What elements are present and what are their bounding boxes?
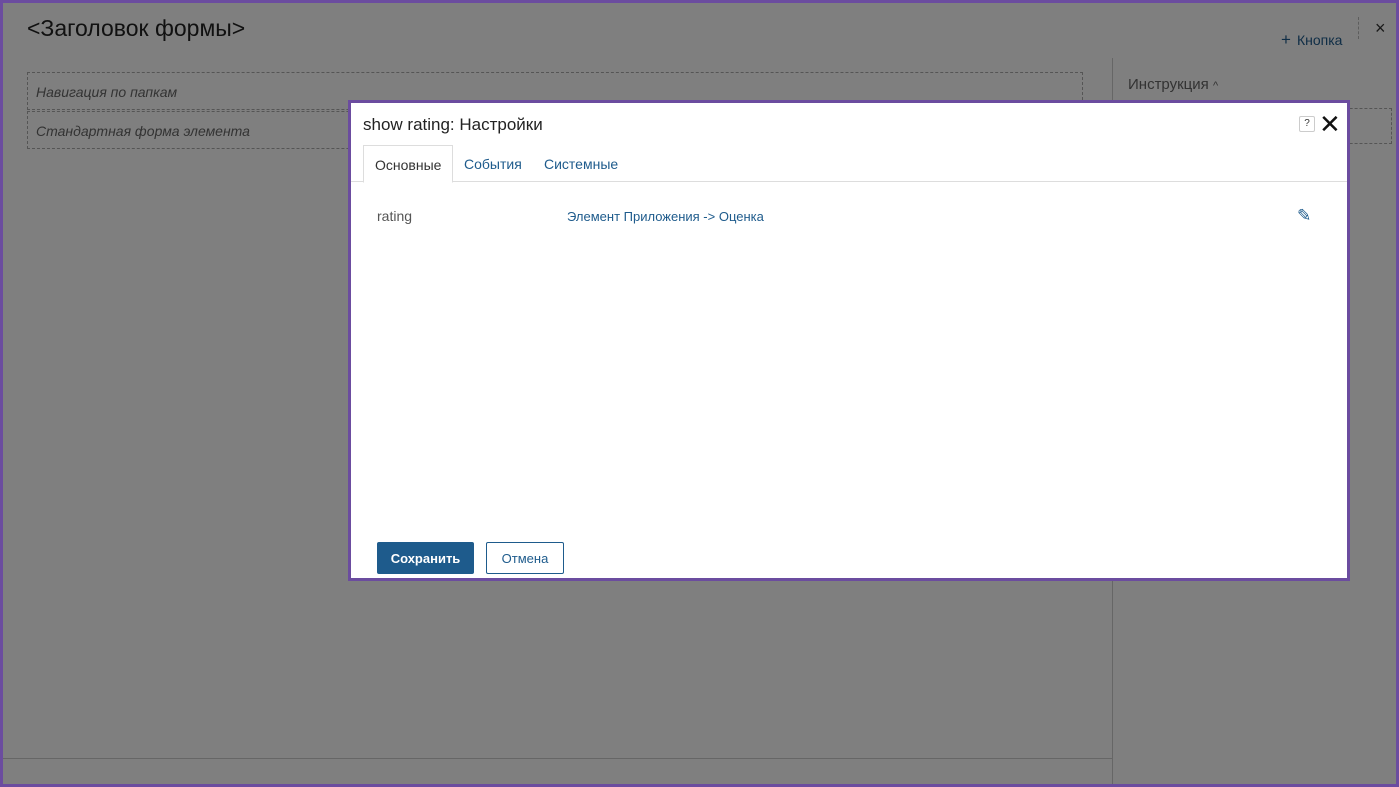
pencil-icon[interactable]: ✎ bbox=[1297, 206, 1311, 226]
save-button[interactable]: Сохранить bbox=[377, 542, 474, 574]
help-icon[interactable]: ? bbox=[1299, 116, 1315, 132]
dialog-title: show rating: Настройки bbox=[363, 115, 543, 134]
settings-dialog: show rating: Настройки ? ✕ Основные Собы… bbox=[348, 100, 1350, 581]
tab-bar: Основные События Системные bbox=[351, 145, 1347, 183]
tab-main[interactable]: Основные bbox=[363, 145, 454, 183]
field-value-link[interactable]: Элемент Приложения -> Оценка bbox=[567, 209, 764, 224]
tab-events[interactable]: События bbox=[453, 145, 533, 183]
tab-system[interactable]: Системные bbox=[533, 145, 629, 183]
cancel-button[interactable]: Отмена bbox=[486, 542, 564, 574]
close-icon[interactable]: ✕ bbox=[1319, 109, 1341, 140]
field-label: rating bbox=[377, 208, 413, 224]
